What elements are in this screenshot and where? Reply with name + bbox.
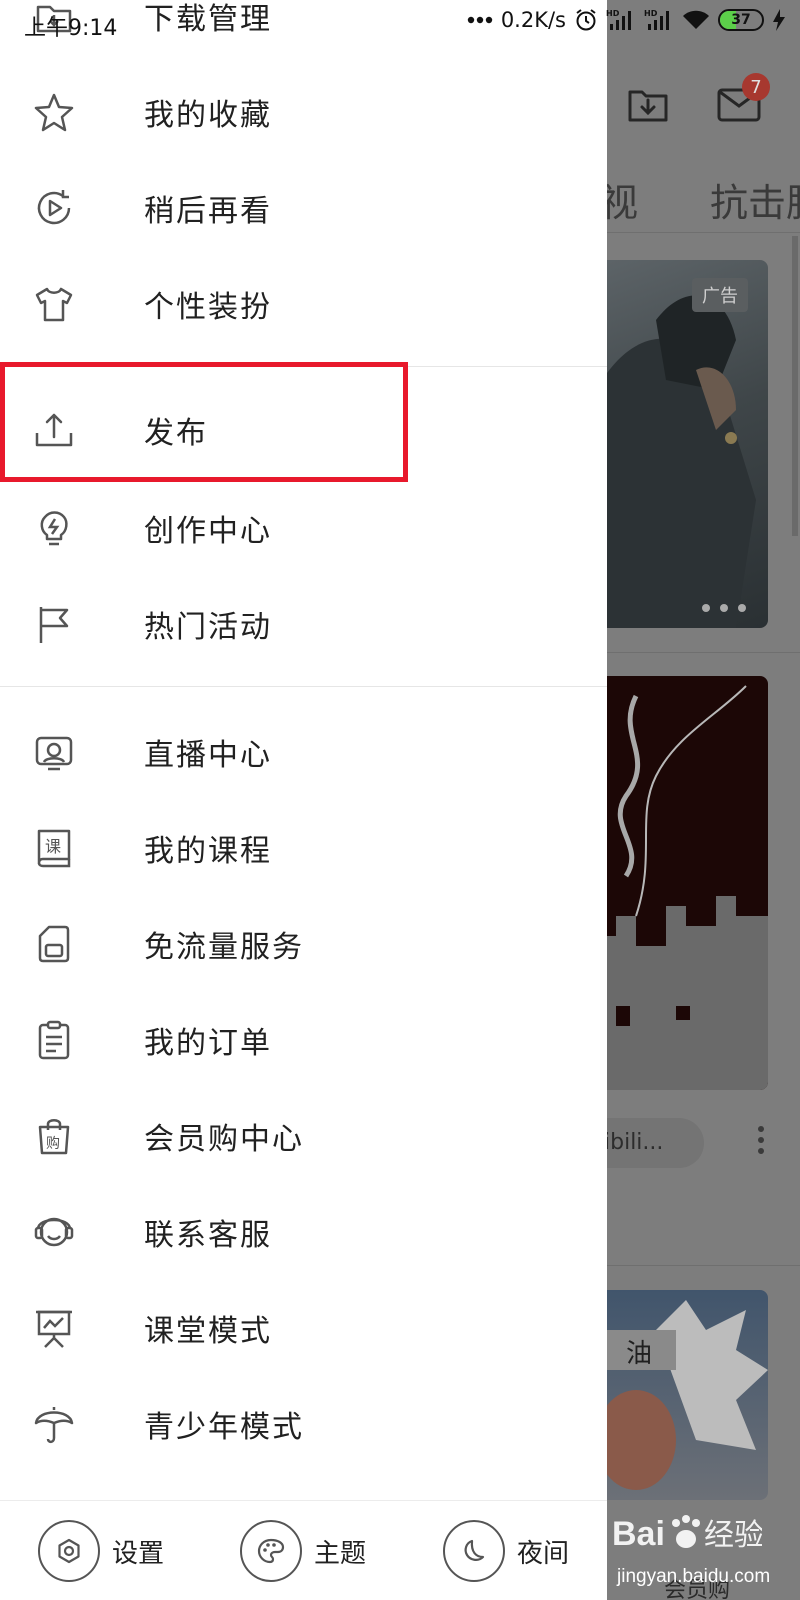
menu-item-customize[interactable]: 个性装扮 xyxy=(0,256,607,352)
settings-icon xyxy=(38,1520,100,1582)
tshirt-icon xyxy=(33,283,75,325)
tab-partial-2[interactable]: 抗击肺 xyxy=(710,172,800,227)
menu-item-my-courses[interactable]: 课 我的课程 xyxy=(0,800,607,896)
flag-icon xyxy=(33,603,75,645)
menu-item-classroom-mode[interactable]: 课堂模式 xyxy=(0,1280,607,1376)
svg-text:油: 油 xyxy=(626,1339,652,1369)
menu-item-label: 青少年模式 xyxy=(144,1410,304,1445)
night-mode-button[interactable]: 夜间 xyxy=(443,1519,569,1583)
course-book-icon: 课 xyxy=(33,827,75,869)
mail-badge: 7 xyxy=(742,73,770,101)
menu-item-label: 我的收藏 xyxy=(144,98,272,133)
download-icon[interactable] xyxy=(627,84,669,124)
drawer-bottom-bar: 设置 主题 夜间 xyxy=(0,1500,607,1600)
star-icon xyxy=(33,91,75,133)
menu-item-label: 直播中心 xyxy=(144,738,272,773)
classroom-board-icon xyxy=(33,1307,75,1349)
status-time: 上午9:14 xyxy=(24,16,118,41)
status-bar: 上午9:14 0.2K/s HD HD 37 xyxy=(0,0,800,46)
card-title-pill[interactable]: ibili... xyxy=(600,1118,704,1168)
menu-item-label: 免流量服务 xyxy=(144,930,304,965)
settings-label: 设置 xyxy=(112,1538,165,1569)
charging-icon xyxy=(773,9,785,31)
video-card-thumbnail[interactable] xyxy=(596,676,768,1090)
dots-icon xyxy=(467,16,493,24)
headset-icon xyxy=(33,1211,75,1253)
baidu-jingyan-watermark: Bai 经验 xyxy=(612,1505,764,1569)
feed-divider xyxy=(600,652,800,653)
menu-item-label: 我的课程 xyxy=(144,834,272,869)
watermark-url: jingyan.baidu.com xyxy=(617,1566,771,1587)
palette-icon xyxy=(240,1520,302,1582)
menu-item-label: 创作中心 xyxy=(144,514,272,549)
order-list-icon xyxy=(33,1019,75,1061)
lightbulb-icon xyxy=(33,507,75,549)
more-options-icon[interactable] xyxy=(758,1126,764,1158)
navigation-drawer: 下载管理 我的收藏 稍后再看 个性装扮 发布 创作中心 热门活动 直播中心 课 … xyxy=(0,0,607,1600)
menu-item-label: 热门活动 xyxy=(144,610,272,645)
network-speed: 0.2K/s xyxy=(500,8,566,32)
feed-divider-2 xyxy=(600,1265,800,1266)
signal-hd-icon: HD xyxy=(606,9,631,30)
live-tv-icon xyxy=(33,731,75,773)
menu-item-label: 稍后再看 xyxy=(144,194,272,229)
signal-hd-icon: HD xyxy=(644,9,669,30)
theme-label: 主题 xyxy=(314,1538,367,1569)
menu-item-customer-service[interactable]: 联系客服 xyxy=(0,1184,607,1280)
night-label: 夜间 xyxy=(517,1538,570,1569)
watch-later-icon xyxy=(33,187,75,229)
highlight-box xyxy=(0,362,408,482)
tab-divider xyxy=(600,232,800,233)
battery-icon: 37 xyxy=(718,9,764,31)
menu-divider xyxy=(0,686,607,687)
scroll-indicator xyxy=(792,236,798,536)
menu-item-hot-events[interactable]: 热门活动 xyxy=(0,576,607,672)
menu-item-my-orders[interactable]: 我的订单 xyxy=(0,992,607,1088)
menu-item-vip-shop[interactable]: 购 会员购中心 xyxy=(0,1088,607,1184)
menu-item-live-center[interactable]: 直播中心 xyxy=(0,704,607,800)
menu-item-teen-mode[interactable]: 青少年模式 xyxy=(0,1376,607,1472)
menu-item-label: 个性装扮 xyxy=(144,290,272,325)
theme-button[interactable]: 主题 xyxy=(240,1519,366,1583)
video-card-thumbnail-2[interactable]: 油 xyxy=(596,1290,768,1500)
menu-item-favorites[interactable]: 我的收藏 xyxy=(0,64,607,160)
wifi-icon xyxy=(683,10,709,29)
settings-button[interactable]: 设置 xyxy=(38,1519,164,1583)
ad-badge: 广告 xyxy=(692,278,748,312)
menu-item-label: 会员购中心 xyxy=(144,1122,304,1157)
svg-text:HD: HD xyxy=(606,9,620,18)
svg-text:Bai: Bai xyxy=(612,1515,665,1553)
svg-text:课: 课 xyxy=(45,837,61,856)
menu-item-free-data[interactable]: 免流量服务 xyxy=(0,896,607,992)
moon-icon xyxy=(443,1520,505,1582)
menu-item-creator-center[interactable]: 创作中心 xyxy=(0,480,607,576)
svg-text:经验: 经验 xyxy=(704,1518,762,1553)
shopping-bag-icon: 购 xyxy=(33,1115,75,1157)
menu-item-label: 我的订单 xyxy=(144,1026,272,1061)
umbrella-icon xyxy=(33,1403,75,1445)
banner-card[interactable]: 广告 xyxy=(596,260,768,628)
svg-text:购: 购 xyxy=(46,1136,60,1152)
sim-card-icon xyxy=(33,923,75,965)
menu-item-label: 课堂模式 xyxy=(144,1314,272,1349)
svg-text:HD: HD xyxy=(644,9,658,18)
menu-item-watch-later[interactable]: 稍后再看 xyxy=(0,160,607,256)
alarm-icon xyxy=(576,9,596,31)
menu-item-label: 联系客服 xyxy=(144,1218,272,1253)
